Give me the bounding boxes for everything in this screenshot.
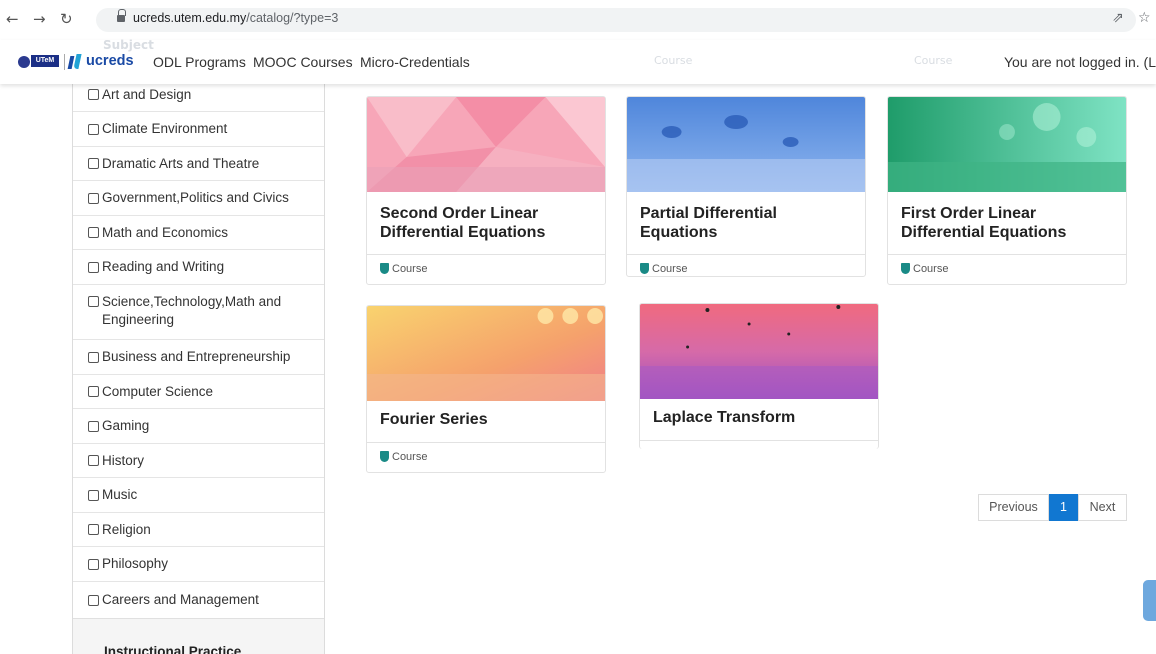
subject-checkbox[interactable] (88, 89, 99, 100)
course-card[interactable]: Fourier Series Course (366, 305, 606, 473)
subject-filter-item[interactable]: Gaming (73, 409, 324, 444)
shield-icon (380, 451, 389, 462)
shield-icon (901, 263, 910, 274)
subject-checkbox[interactable] (88, 261, 99, 273)
pagination-next-button[interactable]: Next (1078, 494, 1127, 521)
subject-checkbox[interactable] (88, 420, 99, 432)
ghost-course-label: Course (914, 54, 953, 67)
subject-checkbox[interactable] (88, 296, 99, 307)
subject-filter-item[interactable]: Computer Science (73, 375, 324, 409)
subject-filter-item[interactable]: Math and Economics (73, 216, 324, 250)
course-title[interactable]: Second Order Linear Differential Equatio… (380, 204, 595, 242)
course-type: Course (913, 263, 949, 275)
course-title[interactable]: Fourier Series (380, 410, 595, 429)
course-card[interactable]: Partial Differential Equations Course (626, 96, 866, 277)
course-card[interactable]: Second Order Linear Differential Equatio… (366, 96, 606, 285)
course-footer: Course (627, 254, 865, 276)
subject-filter-item[interactable]: Careers and Management (73, 582, 324, 618)
utem-badge: UTeM (31, 55, 59, 67)
subject-checkbox[interactable] (88, 386, 99, 397)
subject-filter-item[interactable]: Science,Technology,Math and Engineering (73, 285, 324, 340)
course-title[interactable]: Partial Differential Equations (640, 204, 855, 242)
course-thumbnail[interactable] (367, 97, 605, 192)
subject-checkbox[interactable] (88, 158, 99, 169)
subject-checkbox[interactable] (88, 351, 99, 363)
subject-checkbox[interactable] (88, 558, 99, 570)
subject-filter-item[interactable]: Philosophy (73, 547, 324, 582)
url-text[interactable]: ucreds.utem.edu.my/catalog/?type=3 (133, 11, 338, 25)
back-arrow-icon[interactable]: ← (6, 10, 19, 28)
pagination-previous-button[interactable]: Previous (978, 494, 1049, 521)
subject-checkbox[interactable] (88, 594, 99, 606)
course-thumbnail[interactable] (640, 304, 878, 399)
subject-filter-item[interactable]: Government,Politics and Civics (73, 181, 324, 216)
course-type: Course (392, 263, 428, 275)
course-footer: Course (367, 254, 605, 284)
course-type: Course (392, 451, 428, 463)
browser-toolbar: ← → ↻ ucreds.utem.edu.my/catalog/?type=3… (0, 0, 1156, 40)
course-title[interactable]: Laplace Transform (653, 408, 868, 427)
course-footer: Course (367, 442, 605, 472)
ghost-subject-heading: Subject (103, 38, 154, 52)
floating-side-button[interactable] (1143, 580, 1156, 621)
logo-divider (64, 54, 65, 70)
login-status[interactable]: You are not logged in. (L (1004, 54, 1156, 70)
subject-filter-item[interactable]: Climate Environment (73, 112, 324, 147)
subject-filter-item[interactable]: Music (73, 478, 324, 513)
subject-checkbox[interactable] (88, 524, 99, 535)
share-icon[interactable]: ⇗ (1112, 10, 1124, 26)
subject-filter-item[interactable]: Religion (73, 513, 324, 547)
course-card[interactable]: Laplace Transform (639, 303, 879, 449)
nav-odl-programs[interactable]: ODL Programs (153, 54, 246, 70)
ghost-course-label: Course (654, 54, 693, 67)
ucreds-logo-icon (68, 53, 84, 71)
course-footer (640, 440, 878, 449)
subject-filter-item[interactable]: Reading and Writing (73, 250, 324, 285)
brand-name[interactable]: ucreds (86, 53, 134, 69)
nav-micro-credentials[interactable]: Micro-Credentials (360, 54, 470, 70)
subject-checkbox[interactable] (88, 455, 99, 466)
subject-checkbox[interactable] (88, 227, 99, 238)
utem-logo[interactable]: UTeM (18, 54, 60, 70)
shield-icon (640, 263, 649, 274)
subject-checkbox[interactable] (88, 192, 99, 204)
utem-emblem-icon (18, 56, 30, 68)
site-header: Subject Course Course UTeM ucreds ODL Pr… (0, 38, 1156, 84)
nav-mooc-courses[interactable]: MOOC Courses (253, 54, 353, 70)
section-title: Instructional Practice (104, 644, 242, 654)
shield-icon (380, 263, 389, 274)
course-card[interactable]: First Order Linear Differential Equation… (887, 96, 1127, 285)
subject-checkbox[interactable] (88, 489, 99, 501)
subject-filter-item[interactable]: Dramatic Arts and Theatre (73, 147, 324, 181)
star-icon[interactable]: ☆ (1138, 10, 1151, 26)
course-title[interactable]: First Order Linear Differential Equation… (901, 204, 1116, 242)
subject-filter-item[interactable]: History (73, 444, 324, 478)
course-footer: Course (888, 254, 1126, 284)
instructional-practice-section[interactable]: Instructional Practice (73, 618, 324, 654)
course-thumbnail[interactable] (367, 306, 605, 401)
subject-filter-item[interactable]: Business and Entrepreneurship (73, 340, 324, 375)
course-type: Course (652, 263, 688, 275)
forward-arrow-icon[interactable]: → (33, 10, 46, 28)
reload-icon[interactable]: ↻ (60, 10, 73, 28)
subject-filter-sidebar: Art and Design Climate Environment Drama… (72, 76, 325, 654)
lock-icon (117, 9, 126, 23)
course-thumbnail[interactable] (627, 97, 865, 192)
subject-checkbox[interactable] (88, 123, 99, 135)
course-thumbnail[interactable] (888, 97, 1126, 192)
pagination-page-1[interactable]: 1 (1049, 494, 1078, 521)
